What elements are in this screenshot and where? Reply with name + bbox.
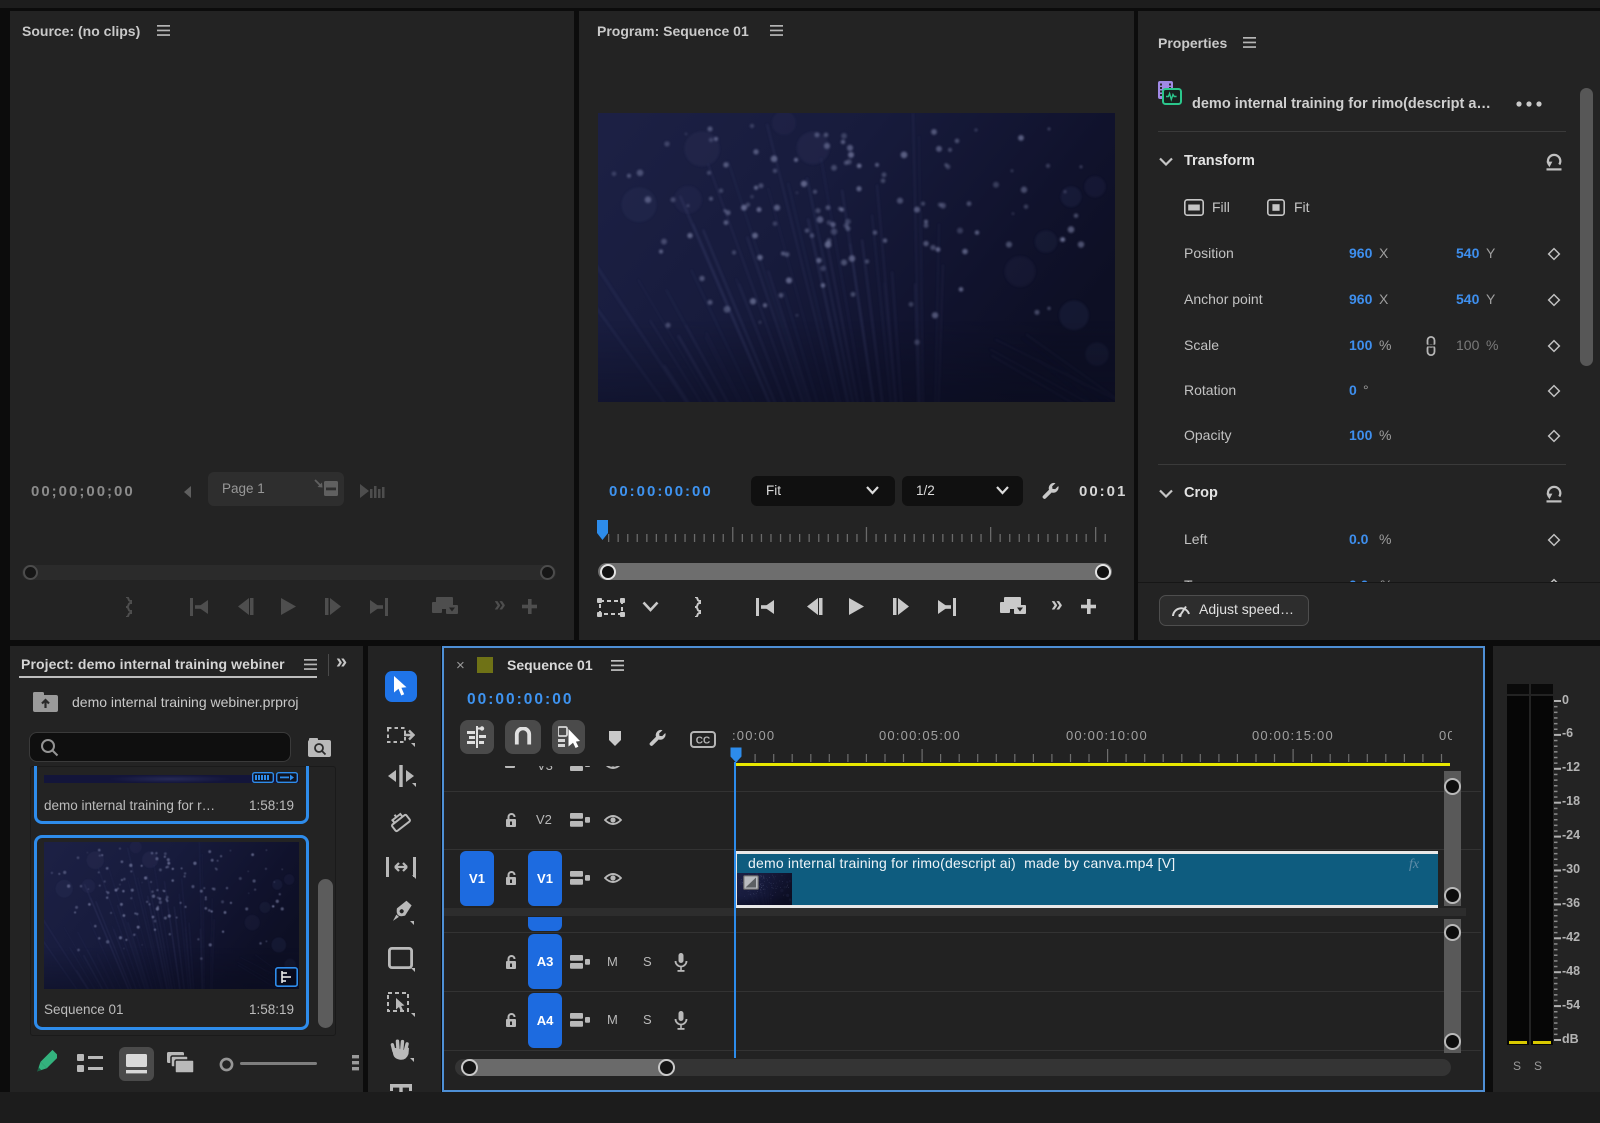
svg-text:V3: V3	[537, 766, 553, 773]
svg-text:CC: CC	[696, 736, 710, 747]
